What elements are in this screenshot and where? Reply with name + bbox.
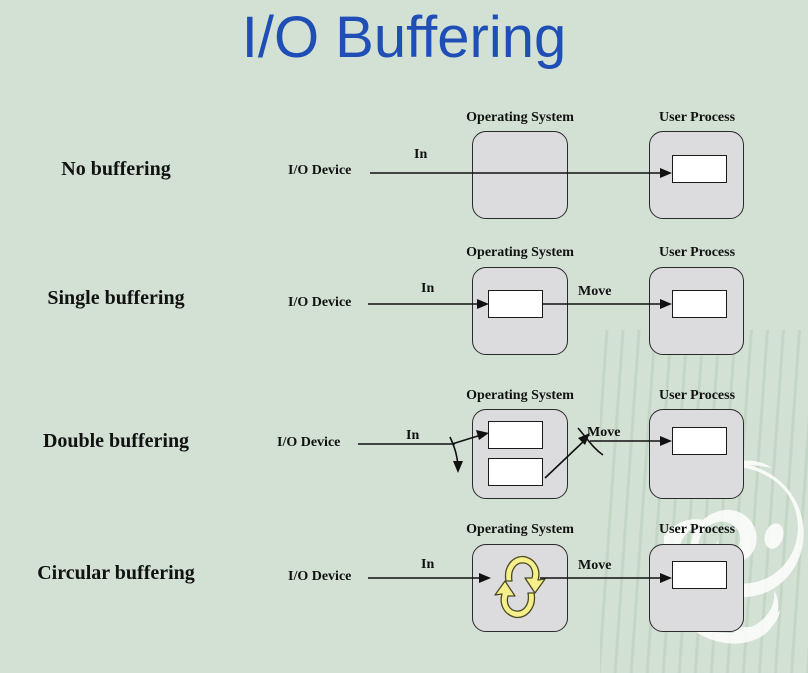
user-caption-row1: User Process (658, 110, 736, 125)
user-buffer-row1 (672, 155, 727, 183)
page-title: I/O Buffering (241, 5, 567, 70)
os-caption-row2: Operating System (466, 245, 574, 260)
os-caption-row3: Operating System (466, 388, 574, 403)
os-caption-row4: Operating System (466, 522, 574, 537)
row-label-double-buffering: Double buffering (42, 430, 190, 452)
user-caption-row2: User Process (658, 245, 736, 260)
row-label-single-buffering: Single buffering (47, 287, 185, 309)
user-buffer-row4 (672, 561, 727, 589)
os-buffer-top-row3 (488, 421, 543, 449)
move-label-row4: Move (578, 558, 612, 573)
os-container-row1 (472, 131, 568, 219)
user-caption-row3: User Process (658, 388, 736, 403)
move-label-row2: Move (578, 284, 612, 299)
os-buffer-row2 (488, 290, 543, 318)
slide-canvas: I/O Buffering No buffering Operating Sys… (0, 0, 808, 673)
move-label-row3: Move (587, 425, 621, 440)
device-label-row3: I/O Device (277, 435, 341, 450)
row-label-no-buffering: No buffering (61, 158, 171, 180)
user-buffer-row2 (672, 290, 727, 318)
os-buffer-bottom-row3 (488, 458, 543, 486)
in-label-row3: In (406, 428, 420, 443)
device-label-row2: I/O Device (288, 295, 352, 310)
device-label-row4: I/O Device (288, 569, 352, 584)
device-label-row1: I/O Device (288, 163, 352, 178)
in-label-row4: In (421, 557, 435, 572)
os-caption-row1: Operating System (466, 110, 574, 125)
in-label-row1: In (414, 147, 428, 162)
in-label-row2: In (421, 281, 435, 296)
user-caption-row4: User Process (658, 522, 736, 537)
os-container-row4 (472, 544, 568, 632)
user-buffer-row3 (672, 427, 727, 455)
row-label-circular-buffering: Circular buffering (37, 562, 195, 584)
